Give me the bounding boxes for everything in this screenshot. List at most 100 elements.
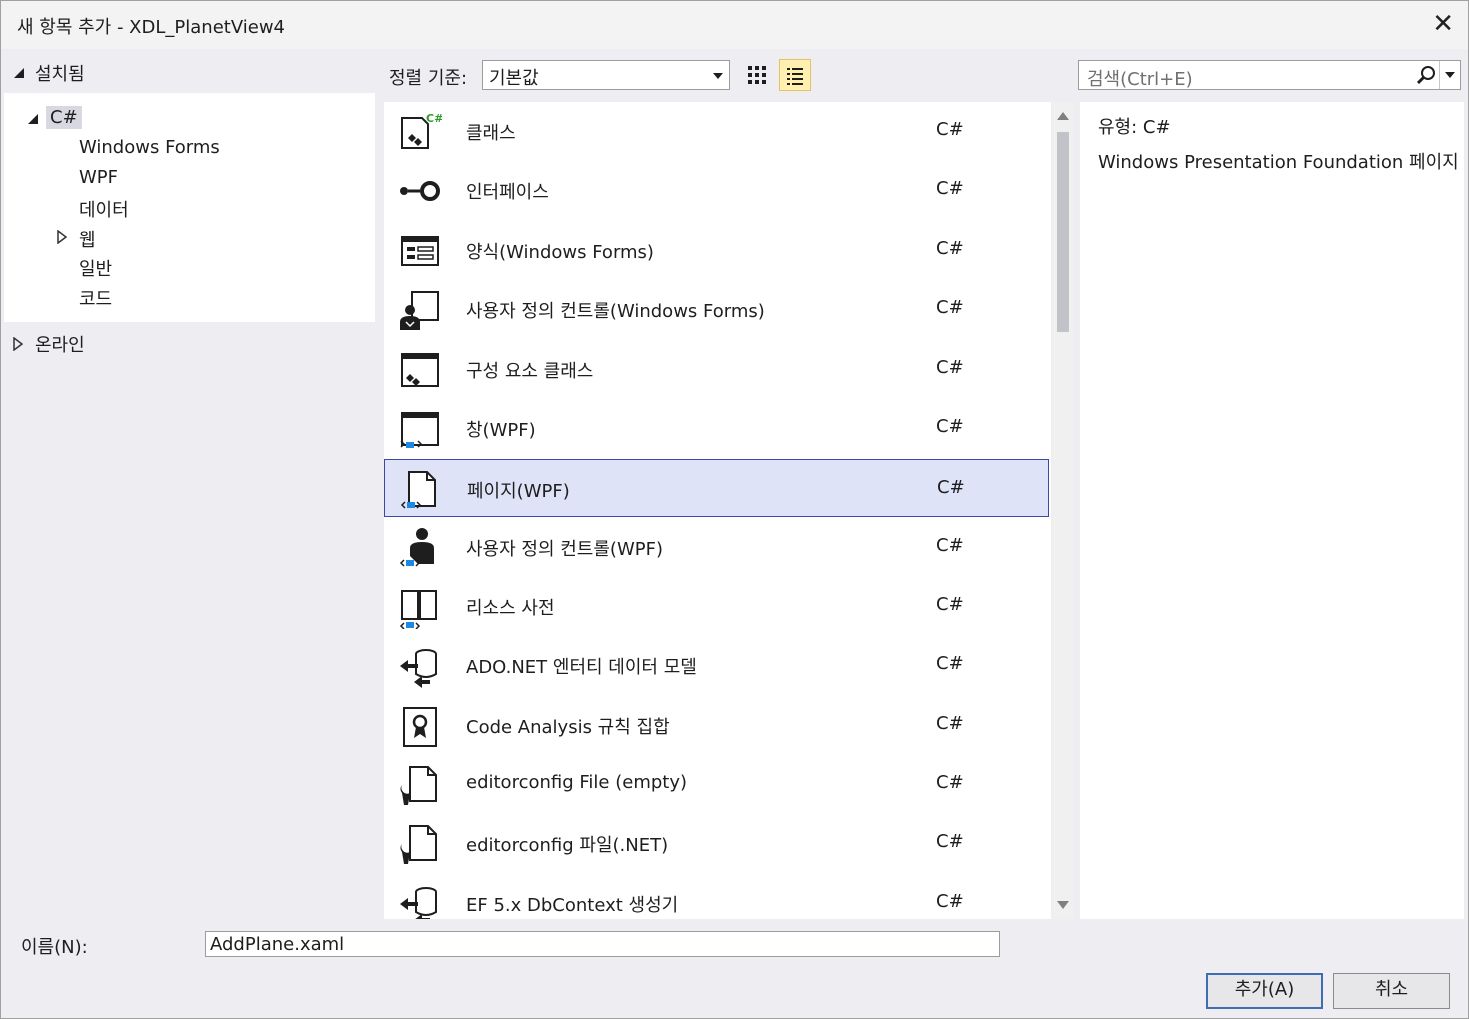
- expanded-triangle-icon[interactable]: [13, 67, 25, 79]
- template-lang: C#: [936, 535, 964, 556]
- template-lang: C#: [936, 416, 964, 437]
- class-icon: C#: [401, 112, 442, 149]
- template-lang: C#: [936, 357, 964, 378]
- cancel-button[interactable]: 취소: [1333, 973, 1450, 1009]
- tree-online[interactable]: 온라인: [13, 331, 85, 357]
- name-label: 이름(N):: [21, 937, 88, 958]
- template-row-windows-form[interactable]: 양식(Windows Forms) C#: [384, 221, 1049, 279]
- details-type-label: 유형:: [1098, 117, 1138, 138]
- interface-icon: [400, 181, 440, 201]
- search-options-dropdown[interactable]: [1439, 61, 1460, 89]
- template-name: ADO.NET 엔터티 데이터 모델: [466, 657, 697, 678]
- template-name: 사용자 정의 컨트롤(Windows Forms): [466, 301, 765, 322]
- rule-set-icon: [403, 707, 437, 747]
- editorconfig-icon: [400, 766, 437, 805]
- template-row-rule-set[interactable]: Code Analysis 규칙 집합 C#: [384, 696, 1049, 754]
- template-row-resource-dictionary[interactable]: 리소스 사전 C#: [384, 577, 1049, 635]
- close-icon[interactable]: ✕: [1432, 9, 1454, 39]
- expanded-triangle-icon[interactable]: [27, 113, 39, 125]
- search-icon[interactable]: [1416, 65, 1436, 85]
- template-name: EF 5.x DbContext 생성기: [466, 895, 679, 916]
- template-name: 사용자 정의 컨트롤(WPF): [466, 539, 663, 560]
- collapsed-triangle-icon[interactable]: [13, 337, 23, 351]
- template-lang: C#: [936, 119, 964, 140]
- svg-text:C#: C#: [426, 112, 442, 125]
- chevron-down-icon: [713, 73, 723, 79]
- scroll-thumb[interactable]: [1057, 132, 1069, 332]
- tree-item-data[interactable]: 데이터: [79, 196, 129, 222]
- template-row-class[interactable]: C# 클래스 C#: [384, 102, 1049, 160]
- tree-item-windows-forms[interactable]: Windows Forms: [79, 137, 220, 158]
- scroll-up-icon[interactable]: [1057, 112, 1069, 120]
- template-row-page-wpf[interactable]: 페이지(WPF) C#: [384, 459, 1049, 517]
- template-lang: C#: [936, 653, 964, 674]
- entity-model-icon: [400, 649, 437, 688]
- details-type-value: C#: [1142, 117, 1171, 138]
- search-box[interactable]: 검색(Ctrl+E): [1078, 60, 1461, 90]
- template-lang: C#: [937, 477, 965, 498]
- template-row-user-control-wpf[interactable]: 사용자 정의 컨트롤(WPF) C#: [384, 518, 1049, 576]
- template-lang: C#: [936, 713, 964, 734]
- page-icon: [400, 471, 436, 509]
- tree-item-wpf[interactable]: WPF: [79, 167, 118, 188]
- form-icon: [401, 236, 439, 266]
- template-name: 양식(Windows Forms): [466, 242, 654, 263]
- template-row-editorconfig-dotnet[interactable]: editorconfig 파일(.NET) C#: [384, 814, 1049, 872]
- scroll-down-icon[interactable]: [1057, 901, 1069, 909]
- search-placeholder: 검색(Ctrl+E): [1087, 69, 1193, 90]
- tree-installed-label: 설치됨: [35, 64, 85, 85]
- tree-item-code[interactable]: 코드: [79, 285, 112, 311]
- window-title: 새 항목 추가 - XDL_PlanetView4: [17, 17, 285, 38]
- add-new-item-dialog: 새 항목 추가 - XDL_PlanetView4 ✕ 설치됨 C# Windo…: [0, 0, 1469, 1019]
- template-row-user-control-winforms[interactable]: 사용자 정의 컨트롤(Windows Forms) C#: [384, 280, 1049, 338]
- tree-item-general[interactable]: 일반: [79, 255, 112, 281]
- dbcontext-generator-icon: [400, 887, 437, 919]
- template-lang: C#: [936, 238, 964, 259]
- template-row-window-wpf[interactable]: 창(WPF) C#: [384, 399, 1049, 457]
- template-lang: C#: [936, 772, 964, 793]
- tree-installed[interactable]: 설치됨: [13, 61, 85, 85]
- sort-select[interactable]: 기본값: [482, 60, 730, 90]
- template-row-interface[interactable]: 인터페이스 C#: [384, 161, 1049, 219]
- template-name: editorconfig 파일(.NET): [466, 835, 669, 856]
- template-lang: C#: [936, 831, 964, 852]
- tree-online-label: 온라인: [35, 335, 85, 356]
- template-list: C# 클래스 C# 인터페이스 C# 양식(Windows Forms) C# …: [384, 102, 1051, 919]
- template-row-dbcontext-generator[interactable]: EF 5.x DbContext 생성기 C#: [384, 874, 1049, 919]
- template-row-editorconfig-empty[interactable]: editorconfig File (empty) C#: [384, 755, 1049, 813]
- user-control-icon: [400, 291, 439, 330]
- component-class-icon: [401, 353, 439, 387]
- sort-label: 정렬 기준:: [389, 68, 468, 89]
- template-name: 창(WPF): [466, 420, 536, 441]
- title-bar: 새 항목 추가 - XDL_PlanetView4 ✕: [1, 1, 1468, 49]
- list-view-button[interactable]: [779, 59, 811, 91]
- resource-dictionary-icon: [399, 590, 437, 629]
- sort-value: 기본값: [489, 68, 539, 89]
- template-name: 클래스: [466, 123, 516, 144]
- template-name: 리소스 사전: [466, 598, 555, 619]
- details-panel: 유형: C# Windows Presentation Foundation 페…: [1080, 102, 1464, 919]
- grid-view-button[interactable]: [742, 59, 774, 91]
- template-row-component-class[interactable]: 구성 요소 클래스 C#: [384, 340, 1049, 398]
- template-row-entity-data-model[interactable]: ADO.NET 엔터티 데이터 모델 C#: [384, 636, 1049, 694]
- collapsed-triangle-icon[interactable]: [57, 230, 67, 244]
- add-button[interactable]: 추가(A): [1206, 973, 1323, 1009]
- template-name: editorconfig File (empty): [466, 772, 688, 793]
- tree-item-csharp[interactable]: C#: [46, 106, 82, 129]
- template-name: 페이지(WPF): [467, 481, 570, 502]
- template-lang: C#: [936, 891, 964, 912]
- tree-item-web[interactable]: 웹: [79, 226, 96, 252]
- name-input[interactable]: [205, 931, 1000, 957]
- template-lang: C#: [936, 178, 964, 199]
- details-type: 유형: C#: [1098, 113, 1171, 139]
- template-lang: C#: [936, 297, 964, 318]
- editorconfig-icon: [400, 825, 437, 864]
- template-name: 인터페이스: [466, 182, 549, 203]
- grid-view-icon: [748, 66, 766, 84]
- template-name: 구성 요소 클래스: [466, 361, 594, 382]
- template-lang: C#: [936, 594, 964, 615]
- list-view-icon: [787, 68, 803, 85]
- wpf-user-control-icon: [399, 528, 434, 567]
- template-name: Code Analysis 규칙 집합: [466, 717, 670, 738]
- template-list-scrollbar[interactable]: [1052, 102, 1074, 919]
